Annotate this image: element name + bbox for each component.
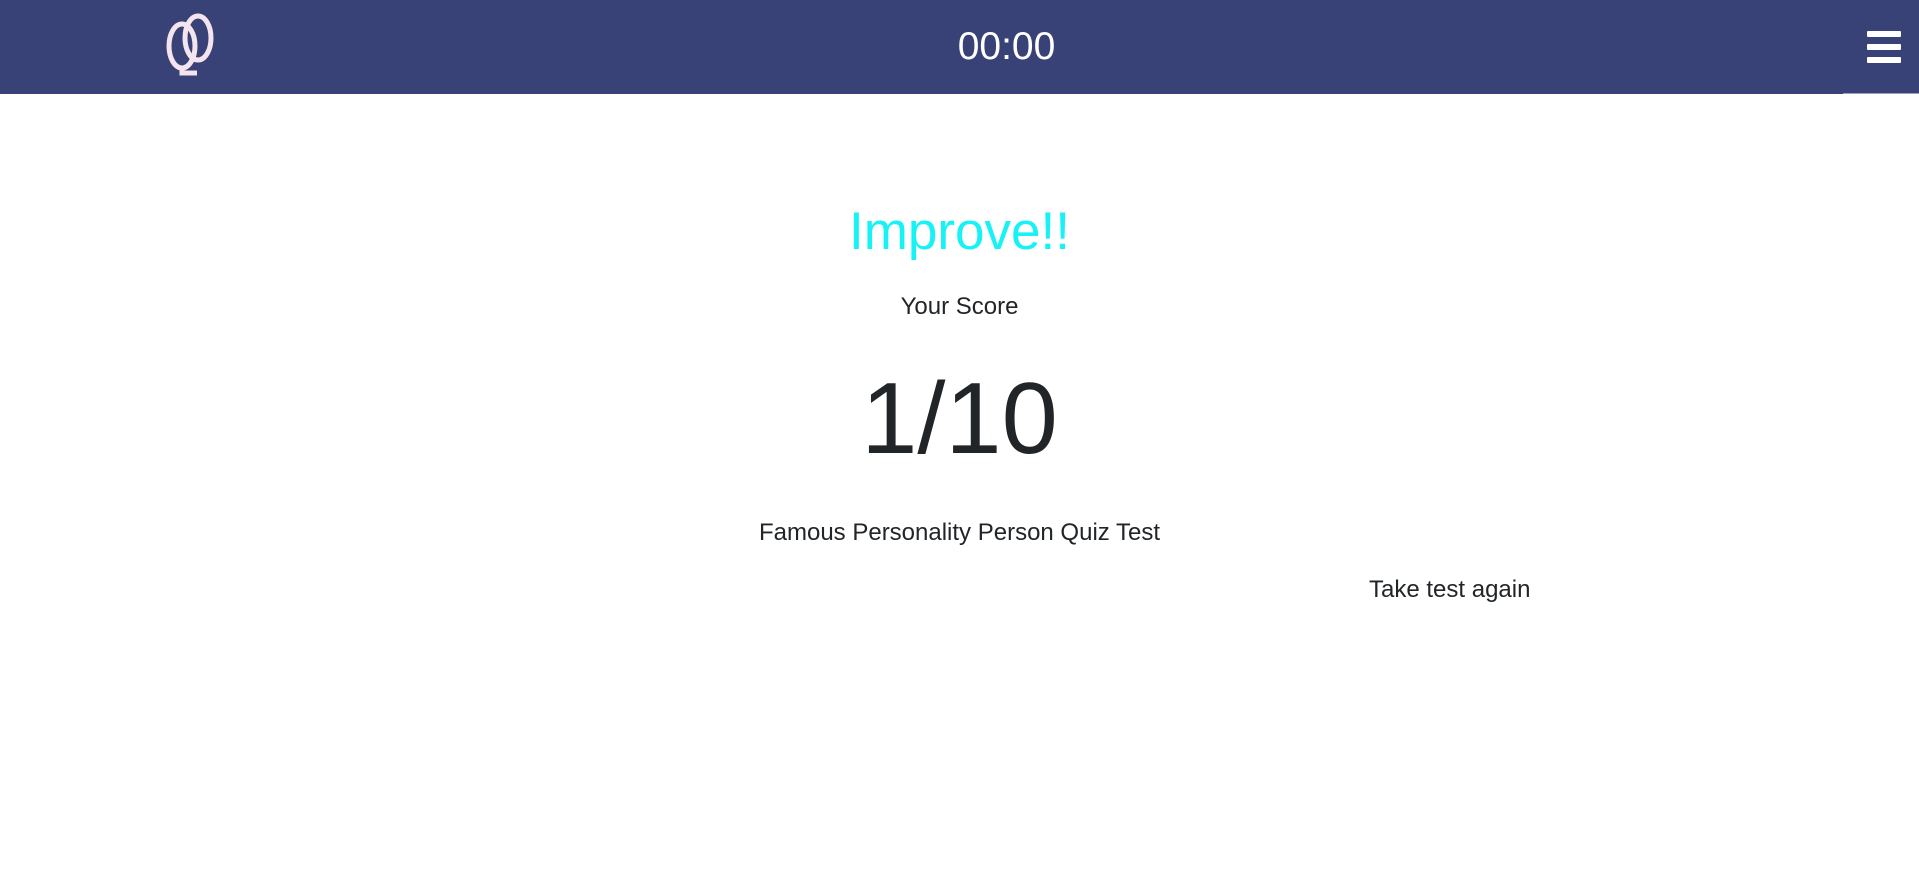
top-navbar: 00:00 (0, 0, 1919, 94)
quiz-name: Famous Personality Person Quiz Test (758, 519, 1161, 546)
score-label: Your Score (900, 293, 1019, 320)
result-headline: Improve!! (849, 202, 1070, 261)
result-panel: Improve!! Your Score 1/10 Famous Persona… (0, 94, 1919, 890)
hamburger-menu-icon-bar (1867, 57, 1901, 63)
hamburger-menu-icon (1867, 31, 1901, 37)
timer-display: 00:00 (957, 25, 1056, 68)
hamburger-menu-icon-bar (1867, 44, 1901, 50)
take-test-again-link[interactable]: Take test again (1369, 575, 1530, 605)
quiz-logo-icon[interactable] (165, 8, 217, 78)
score-value: 1/10 (861, 363, 1058, 475)
hamburger-menu-button[interactable] (1843, 0, 1919, 94)
